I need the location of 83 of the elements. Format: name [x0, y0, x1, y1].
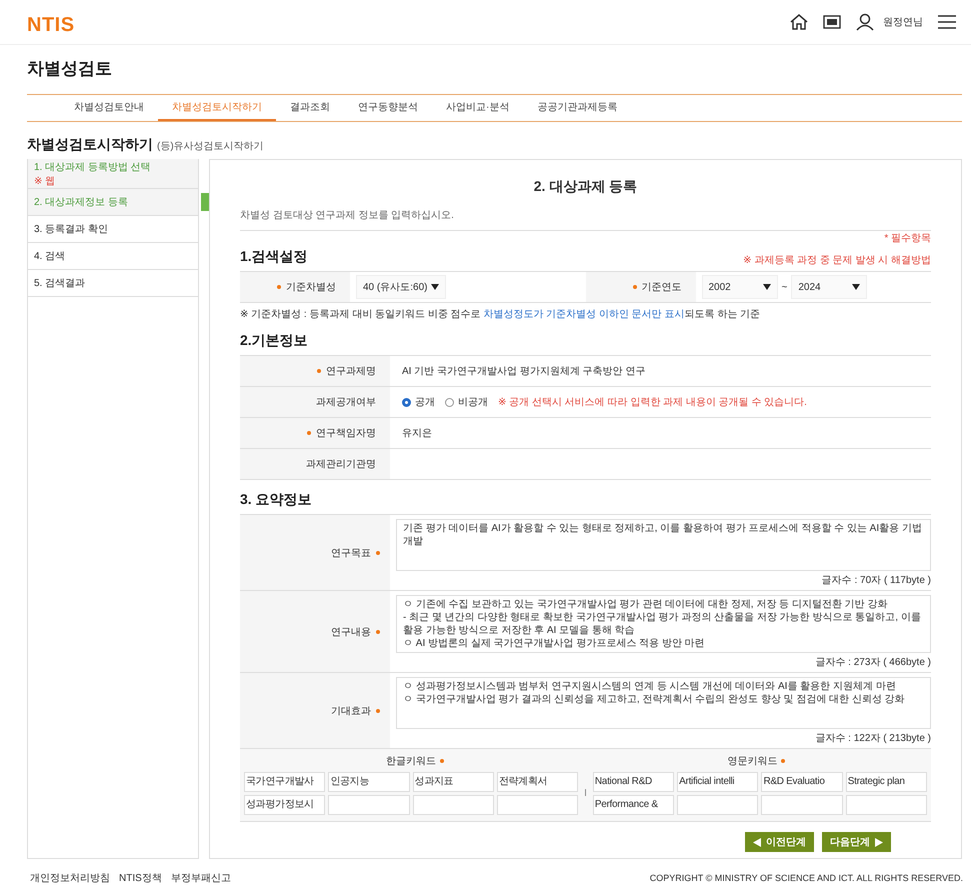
keyword-field[interactable]: 국가연구개발사 [244, 772, 326, 792]
previous-button[interactable]: 이전단계 [745, 832, 814, 852]
section-heading: 1.검색설정 [240, 248, 308, 266]
separator-mark: I [584, 788, 587, 799]
keyword-field[interactable] [496, 795, 578, 815]
keyword-field[interactable]: 인공지능 [328, 772, 410, 792]
nav-tab[interactable]: 공공기관과제등록 [523, 95, 632, 121]
character-count: 글자수 : 273자 ( 466byte ) [815, 656, 931, 669]
required-note: * 필수항목 [884, 232, 931, 245]
step-item[interactable]: 1. 대상과제 등록방법 선택 ※ 웹 [28, 159, 198, 189]
keyword-field[interactable]: 전략계획서 [496, 772, 578, 792]
step-item[interactable]: 4. 검색 [28, 243, 198, 270]
keyword-field[interactable]: National R&D [592, 772, 674, 792]
footer-link[interactable]: NTIS정책 [119, 871, 162, 885]
field-label: 연구과제명 [326, 365, 376, 378]
radio-option[interactable]: 비공개 [445, 395, 488, 409]
form-title: 2. 대상과제 등록 [532, 178, 638, 196]
field-label: 연구목표 [331, 546, 371, 560]
keyword-field[interactable]: 성과지표 [412, 772, 494, 792]
text-area[interactable]: ㅇ 성과평가정보시스템과 범부처 연구지원시스템의 연계 등 시스템 개선에 데이터와 AI를 활용한 지원체계 마련 ㅇ 국가연구개발사업 평가 결과의 신뢰성을 제고하고, 전략계획서 수립의 완성도 향상 및 점검에 대한 신뢰성 강화 [396, 677, 931, 729]
criterion-select[interactable]: 40 (유사도:60) [356, 275, 446, 299]
card-icon[interactable] [823, 15, 841, 29]
nav-tab[interactable]: 연구동향분석 [344, 95, 432, 121]
keyword-field[interactable]: Performance & [592, 795, 674, 815]
section-heading: 2.기본정보 [240, 332, 309, 350]
nav-tab[interactable]: 결과조회 [276, 95, 344, 121]
keyword-field[interactable] [328, 795, 410, 815]
character-count: 글자수 : 122자 ( 213byte ) [815, 732, 931, 745]
field-label: 기준차별성 [286, 281, 336, 294]
keyword-heading: 영문키워드 [727, 755, 778, 768]
caret-icon [852, 284, 860, 290]
field-value: AI 기반 국가연구개발사업 평가지원체계 구축방안 연구 [402, 365, 646, 378]
required-icon [277, 285, 281, 289]
field-label: 연구내용 [331, 626, 371, 638]
text-area[interactable]: ㅇ 기존에 수집 보관하고 있는 국가연구개발사업 평가 관련 데이터에 대한 정제, 저장 등 디지털전환 기반 강화 - 최근 몇 년간의 다양한 형태로 확보한 국가연구개발사업 평가 과정의 산출물을 저장 가능한 방식으로 통일하고, 이를 활용 가능한 방식으로 저장한 후 AI 모델을 통해 학습 ㅇ AI 방법론의 실제 국가연구개발사업 평가프로세스 적용 방안 마련 [396, 595, 931, 653]
keyword-field[interactable]: Strategic plan [846, 772, 928, 792]
help-link[interactable]: ※ 과제등록 과정 중 문제 발생 시 해결방법 [743, 253, 931, 267]
home-icon[interactable] [789, 13, 809, 31]
footer-link[interactable]: 부정부패신고 [170, 871, 231, 885]
step-item[interactable]: 3. 등록결과 확인 [28, 216, 198, 243]
menu-icon[interactable] [937, 15, 957, 29]
field-label: 기준연도 [642, 281, 682, 294]
page-title: 차별성검토 [27, 58, 113, 80]
required-icon [781, 759, 786, 763]
keyword-field[interactable] [412, 795, 494, 815]
right-arrow-icon [875, 838, 883, 846]
field-label: 기대효과 [331, 704, 371, 718]
radio-option[interactable]: 공개 [402, 395, 435, 409]
year-select[interactable]: 2002 [702, 275, 778, 299]
field-label: 과제공개여부 [316, 396, 376, 409]
section-subtitle: (등)유사성검토시작하기 [157, 140, 264, 153]
warning-text: ※ 공개 선택시 서비스에 따라 입력한 과제 내용이 공개될 수 있습니다. [498, 396, 807, 409]
footer-link[interactable]: 개인정보처리방침 [30, 871, 110, 885]
text-area[interactable]: 기존 평가 데이터를 AI가 활용할 수 있는 형태로 정제하고, 이를 활용하여 평가 프로세스에 적용할 수 있는 AI활용 기법 개발 [396, 519, 931, 571]
next-button[interactable]: 다음단계 [822, 832, 891, 852]
intro-text: 차별성 검토대상 연구과제 정보를 입력하십시오. [240, 208, 931, 231]
field-value: 유지은 [402, 427, 432, 440]
character-count: 글자수 : 70자 ( 117byte ) [822, 574, 931, 587]
nav-tab[interactable]: 사업비교·분석 [432, 95, 524, 121]
section-title: 차별성검토시작하기 [27, 136, 153, 154]
keyword-field[interactable]: Artificial intelli [677, 772, 758, 792]
caret-icon [762, 284, 770, 290]
year-select[interactable]: 2024 [791, 275, 868, 299]
nav-tab[interactable]: 차별성검토안내 [60, 95, 158, 121]
left-arrow-icon [753, 838, 761, 846]
copyright-text: COPYRIGHT © MINISTRY OF SCIENCE AND ICT. ALL RIGHTS RESERVED. [650, 873, 963, 883]
keyword-field[interactable]: R&D Evaluatio [761, 772, 843, 792]
range-separator: ~ [782, 282, 788, 292]
caret-icon [431, 284, 440, 290]
keyword-field[interactable] [677, 795, 758, 815]
keyword-field[interactable]: 성과평가정보시 [244, 795, 326, 815]
step-item[interactable]: 5. 검색결과 [28, 270, 198, 297]
required-icon [440, 759, 444, 763]
keyword-field[interactable] [761, 795, 843, 815]
field-label: 연구책임자명 [316, 427, 376, 440]
footnote-text: ※ 기준차별성 : 등록과제 대비 동일키워드 비중 점수로 차별성정도가 기준차별성 이하인 문서만 표시되도록 하는 기준 [240, 308, 762, 321]
required-icon [632, 285, 636, 289]
keyword-field[interactable] [846, 795, 928, 815]
field-label: 과제관리기관명 [306, 458, 376, 471]
user-icon[interactable] [855, 13, 875, 31]
section-heading: 3. 요약정보 [240, 491, 313, 509]
user-name[interactable]: 원정연님 [883, 15, 923, 29]
keyword-heading: 한글키워드 [386, 755, 436, 768]
